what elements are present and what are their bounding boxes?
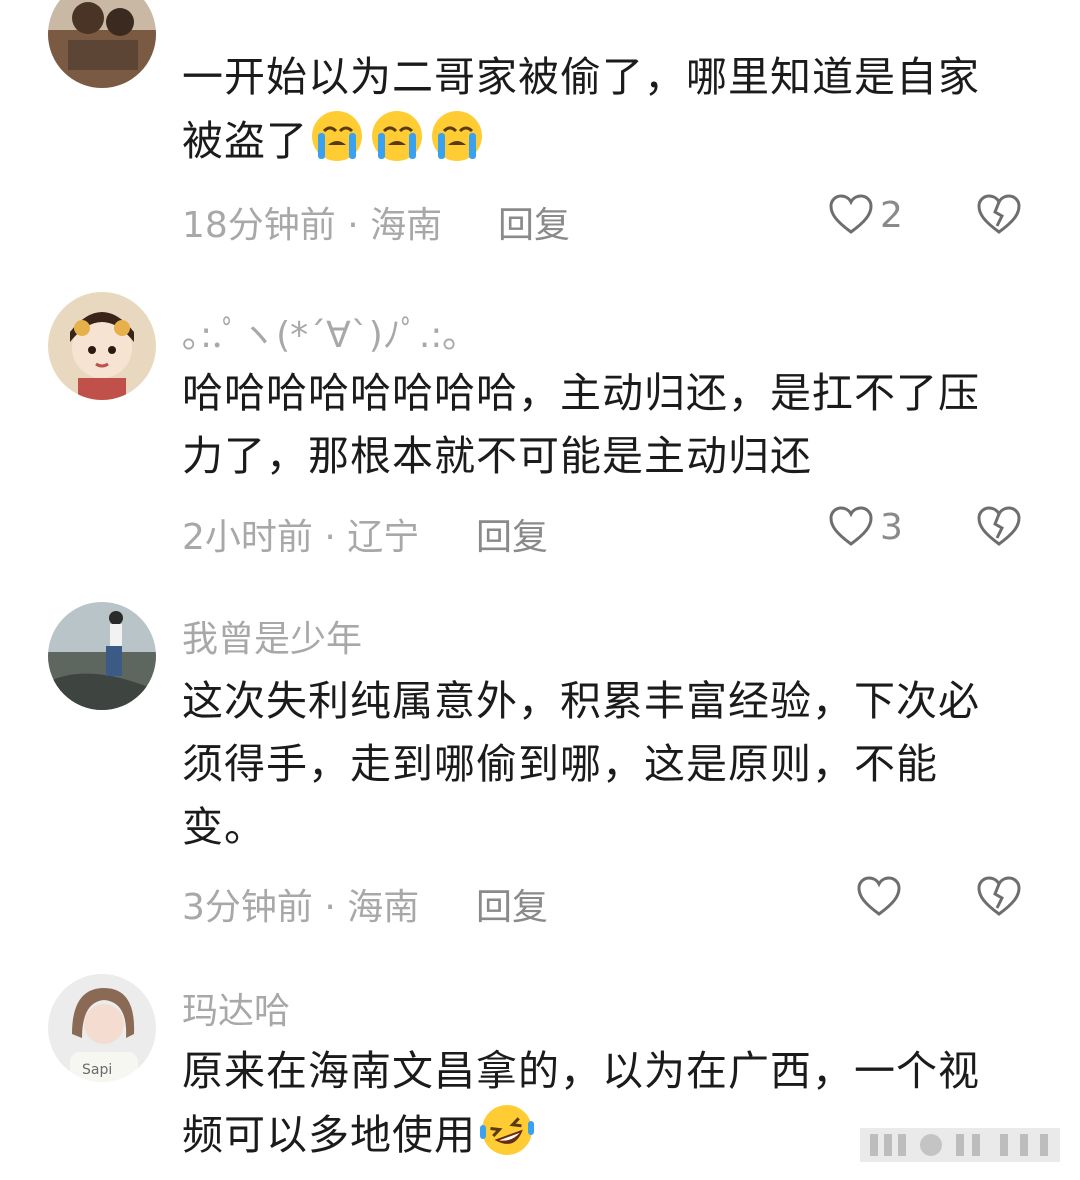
like-count: 3 (880, 506, 903, 548)
heart-icon (829, 194, 873, 234)
reply-button[interactable]: 回复 (476, 508, 548, 560)
rofl-emoji-icon (478, 1103, 536, 1175)
avatar[interactable] (48, 0, 156, 88)
dislike-button[interactable] (976, 504, 1022, 554)
username[interactable]: 我曾是少年 (182, 610, 362, 662)
username[interactable]: ｡:.ﾟヽ(*´∀`)ﾉﾟ.:｡ (182, 306, 460, 358)
reply-button[interactable]: 回复 (476, 878, 548, 930)
comment-text-body: 一开始以为二哥家被偷了，哪里知道是自家被盗了 (182, 53, 980, 165)
svg-text:Sapi: Sapi (82, 1062, 112, 1078)
comment-meta: 18分钟前 · 海南 (182, 205, 443, 246)
like-button[interactable] (856, 874, 902, 920)
heart-icon (829, 506, 873, 546)
comment-text: 这次失利纯属意外，积累丰富经验，下次必须得手，走到哪偷到哪，这是原则，不能变。 (182, 677, 980, 851)
broken-heart-icon (977, 194, 1021, 234)
like-button[interactable]: 3 (828, 504, 903, 550)
like-button[interactable]: 2 (828, 192, 903, 238)
avatar[interactable]: Sapi (48, 974, 156, 1082)
dislike-button[interactable] (976, 874, 1022, 924)
comment-text: 一开始以为二哥家被偷了，哪里知道是自家被盗了 (182, 46, 1012, 181)
broken-heart-icon (977, 506, 1021, 546)
avatar[interactable] (48, 602, 156, 710)
reply-button[interactable]: 回复 (498, 196, 570, 248)
dislike-button[interactable] (976, 192, 1022, 242)
avatar[interactable] (48, 292, 156, 400)
username[interactable]: 玛达哈 (182, 982, 290, 1034)
comment-text: 哈哈哈哈哈哈哈哈，主动归还，是扛不了压力了，那根本就不可能是主动归还 (182, 369, 980, 480)
comment-meta: 3分钟前 · 海南 (182, 887, 420, 928)
watermark (860, 1124, 1060, 1164)
broken-heart-icon (977, 876, 1021, 916)
crying-emoji-icon (310, 109, 484, 181)
like-count: 2 (880, 194, 903, 236)
heart-icon (857, 876, 901, 916)
comment-meta: 2小时前 · 辽宁 (182, 517, 420, 558)
